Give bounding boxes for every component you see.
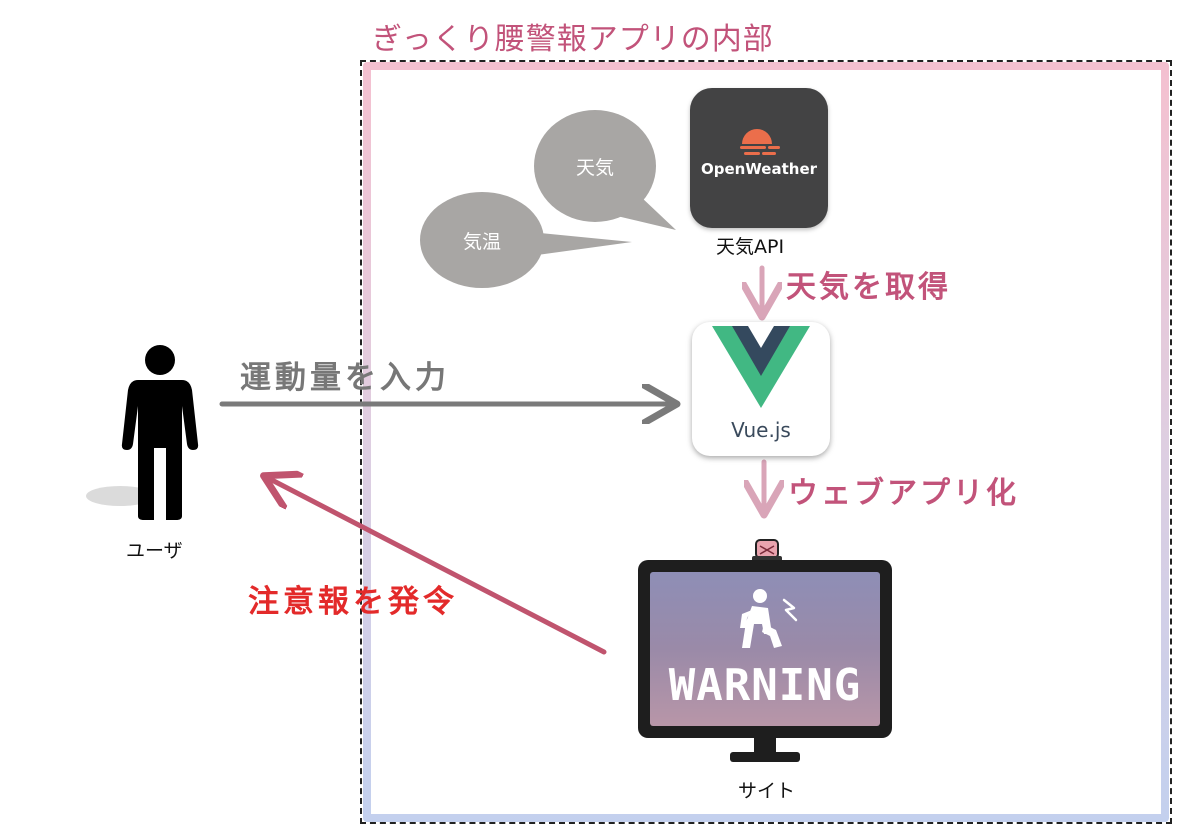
weather-api-label: 天気API: [716, 236, 785, 258]
siren-icon: [755, 539, 779, 559]
user-label: ユーザ: [126, 540, 183, 562]
openweather-logo: OpenWeather: [690, 88, 828, 228]
site-monitor: [638, 539, 892, 762]
vue-icon: [712, 326, 810, 408]
temperature-bubble: 気温: [420, 192, 544, 288]
input-flow-label: 運動量を入力: [240, 360, 450, 396]
vue-label: Vue.js: [731, 418, 791, 442]
vue-logo: Vue.js: [692, 322, 830, 456]
weather-bubble-text: 天気: [575, 156, 614, 179]
bubble-tail-temperature: [530, 232, 632, 256]
openweather-sun-icon: [740, 129, 780, 155]
web-app-label: ウェブアプリ化: [788, 476, 1019, 511]
openweather-logo-text: OpenWeather: [700, 160, 818, 178]
alert-arrow: [268, 478, 607, 655]
user-icon: [121, 345, 199, 520]
weather-bubble: 天気: [534, 110, 656, 222]
temperature-bubble-text: 気温: [462, 230, 501, 253]
alert-flow-label: 注意報を発令: [248, 584, 458, 620]
get-weather-label: 天気を取得: [786, 270, 951, 305]
warning-text: WARNING: [668, 660, 862, 711]
site-label: サイト: [738, 780, 796, 802]
